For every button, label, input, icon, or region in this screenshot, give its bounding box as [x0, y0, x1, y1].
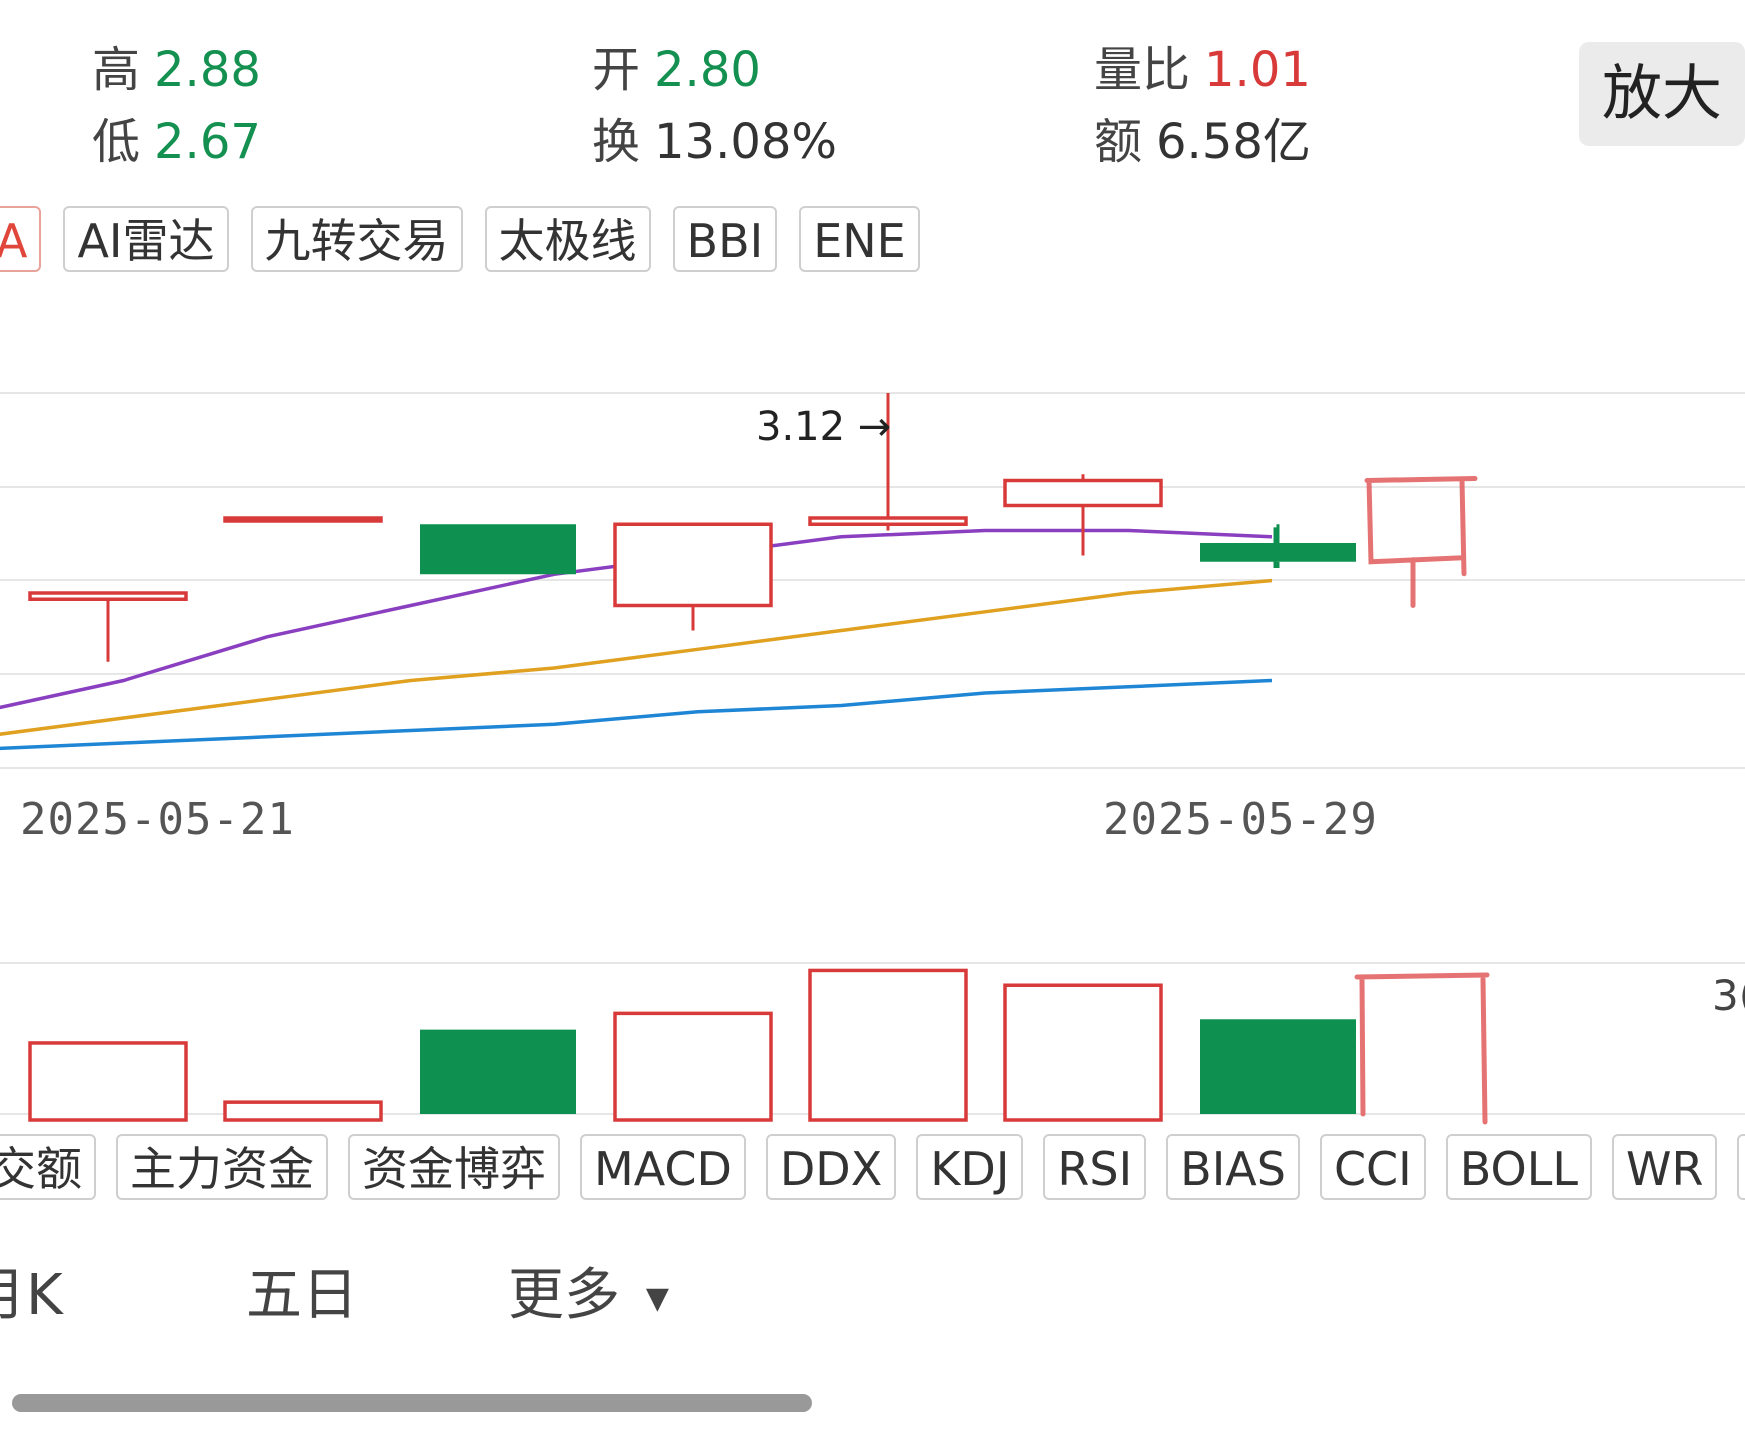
sub-indicator-tabs: 交额 主力资金 资金博弈 MACD DDX KDJ RSI BIAS CCI B…	[0, 1134, 1745, 1200]
sub-tab-kdj[interactable]: KDJ	[916, 1134, 1024, 1200]
volume-bar-up	[223, 1100, 383, 1122]
ma20-line	[0, 678, 1273, 751]
drawn-candle-outline	[1364, 476, 1478, 608]
sub-tab-turnover-amount[interactable]: 交额	[0, 1134, 96, 1200]
period-tab-monthly[interactable]: 月K	[0, 1250, 63, 1331]
volume-bar-up	[613, 1011, 773, 1122]
candle-body-down	[420, 524, 576, 575]
volume-bar-up	[808, 968, 968, 1122]
candle-body-up	[223, 516, 383, 523]
period-tab-more[interactable]: 更多 ▼	[508, 1250, 669, 1331]
drawn-volume-outline	[1354, 972, 1490, 1125]
date-label-start: 2025-05-21	[20, 794, 295, 845]
sub-tab-oi[interactable]: OI	[1737, 1134, 1745, 1200]
candle-body-up	[808, 516, 968, 526]
horizontal-scrollbar[interactable]	[12, 1394, 812, 1412]
sub-tab-bias[interactable]: BIAS	[1166, 1134, 1300, 1200]
volume-bar-down	[1200, 1019, 1356, 1114]
sub-tab-fund-game[interactable]: 资金博弈	[348, 1134, 560, 1200]
sub-tab-boll[interactable]: BOLL	[1445, 1134, 1592, 1200]
volume-bar-down	[420, 1029, 576, 1114]
candles	[28, 393, 1356, 662]
candle-body-up	[613, 522, 773, 608]
sub-tab-cci[interactable]: CCI	[1319, 1134, 1426, 1200]
period-tab-more-label: 更多	[508, 1263, 620, 1328]
volume-bar-up	[28, 1041, 188, 1122]
volume-scale-label: 3(	[1712, 971, 1745, 1020]
sub-tab-ddx[interactable]: DDX	[765, 1134, 897, 1200]
volume-bars	[28, 968, 1356, 1122]
dropdown-triangle-icon: ▼	[645, 1281, 669, 1317]
sub-tab-rsi[interactable]: RSI	[1043, 1134, 1147, 1200]
candle-body-down	[1200, 543, 1356, 562]
volume-bar-up	[1003, 983, 1163, 1122]
kline-chart[interactable]: 3.12 → 3(	[0, 0, 1745, 1440]
sub-tab-macd[interactable]: MACD	[580, 1134, 746, 1200]
max-price-marker: 3.12 →	[756, 404, 891, 450]
sub-tab-wr[interactable]: WR	[1611, 1134, 1718, 1200]
sub-tab-main-funds[interactable]: 主力资金	[116, 1134, 328, 1200]
candle-body-up	[1003, 478, 1163, 508]
period-tab-five-day[interactable]: 五日	[246, 1250, 358, 1331]
date-label-end: 2025-05-29	[1103, 794, 1378, 845]
candle-body-up	[28, 591, 188, 601]
